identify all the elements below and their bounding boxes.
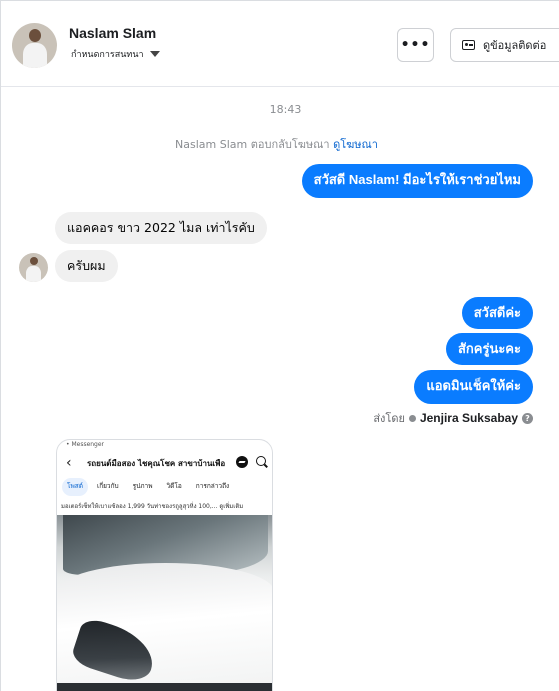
attachment-tabs: โพสต์ เกี่ยวกับ รูปภาพ วิดีโอ การกล่าวถึ… [57,478,272,496]
outgoing-message[interactable]: สักครู่นะคะ [445,333,533,365]
view-contact-label: ดูข้อมูลติดต่อ [483,39,547,52]
sent-by-prefix: ส่งโดย [373,412,405,425]
conversation-stage-label: กำหนดการสนทนา [71,50,144,60]
search-icon [256,456,266,466]
attachment-tab: เกี่ยวกับ [96,482,119,490]
contact-avatar[interactable] [12,23,57,68]
id-card-icon [462,40,475,50]
avatar-body [26,266,41,282]
outgoing-message[interactable]: สวัสดี Naslam! มีอะไรให้เราช่วยไหม [301,164,533,198]
back-arrow-icon: ‹ [66,455,72,471]
contact-name[interactable]: Naslam Slam [69,25,156,41]
ad-reply-notice: Naslam Slam ตอบกลับโฆษณา ดูโฆษณา [1,135,552,153]
avatar-body [23,43,47,68]
outgoing-message[interactable]: สวัสดีค่ะ [461,297,533,329]
view-ad-link[interactable]: ดูโฆษณา [333,138,378,151]
attachment-tab: การกล่าวถึง [195,482,230,490]
info-icon[interactable]: ? [522,412,533,424]
outgoing-message[interactable]: แอดมินเช็คให้ค่ะ [414,370,533,404]
avatar-head [30,257,38,265]
sender-name: Jenjira Suksabay [419,411,518,425]
ad-reply-notice-text: Naslam Slam ตอบกลับโฆษณา [175,138,330,151]
car-ground [57,683,272,691]
attachment-tab: รูปภาพ [132,482,153,490]
chat-window: Naslam Slam กำหนดการสนทนา ••• ดูข้อมูลติ… [0,0,559,691]
sender-avatar[interactable] [19,253,48,282]
incoming-message[interactable]: แอคคอร ขาว 2022 ไมล เท่าไรคับ [55,212,267,244]
attachment-post-text: มอเตอร์เซ็ทให้เบาแซ้ลอง 1,999 วันท่าชองร… [61,503,244,510]
incoming-message[interactable]: ครับผม [55,250,118,282]
attachment-tab: วิดีโอ [166,482,182,490]
attachment-page-title: รถยนต์มือสอง ไชคุณโชค สาขาบ้านเพือ [87,459,226,468]
attachment-status-label: • Messenger [66,441,105,448]
sent-by-info: ส่งโดย Jenjira Suksabay ? [373,409,533,427]
image-attachment[interactable]: • Messenger ‹ รถยนต์มือสอง ไชคุณโชค สาขา… [56,439,273,691]
conversation-stage-dropdown[interactable]: กำหนดการสนทนา [71,47,160,61]
view-contact-button[interactable]: ดูข้อมูลติดต่อ [450,28,559,62]
conversation-header: Naslam Slam กำหนดการสนทนา ••• ดูข้อมูลติ… [1,1,559,87]
chevron-down-icon [149,51,160,57]
more-options-button[interactable]: ••• [397,28,434,62]
verified-check-icon [408,414,416,422]
avatar-head [29,29,41,42]
attachment-tab: โพสต์ [62,478,88,496]
attachment-page-header: ‹ รถยนต์มือสอง ไชคุณโชค สาขาบ้านเพือ [57,452,272,472]
message-timestamp: 18:43 [269,103,302,116]
messenger-icon [236,456,248,468]
car-photo [57,515,272,691]
